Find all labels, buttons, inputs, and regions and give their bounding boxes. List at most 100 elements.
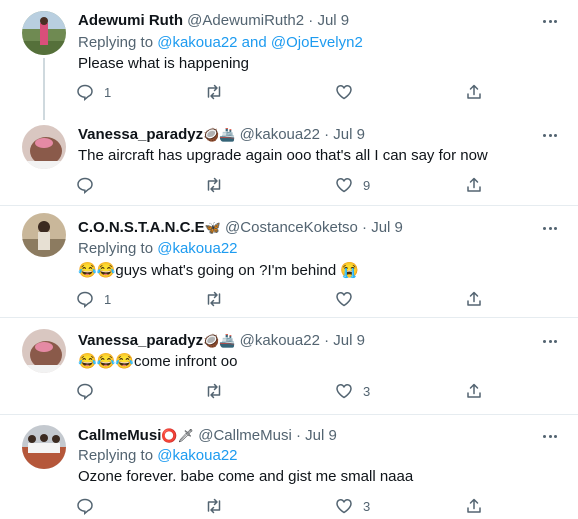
reply-button[interactable] [76,496,104,516]
tweet-text: The aircraft has upgrade again ooo that'… [78,147,488,164]
share-button[interactable] [465,381,483,401]
tweet-text: 😂😂😂come infront oo [78,353,238,370]
retweet-button[interactable] [204,175,234,195]
reply-button[interactable] [76,175,104,195]
retweet-button[interactable] [204,289,234,309]
tweet[interactable]: Vanessa_paradyz🥥🚢 @kakoua22 · Jul 9 The … [0,110,578,204]
tweet-text: 😂😂guys what's going on ?I'm behind 😭 [78,262,360,279]
heart-icon [336,384,352,399]
action-bar: 3 [76,496,496,516]
tweet-header: Vanessa_paradyz🥥🚢 @kakoua22 · Jul 9 [78,332,365,350]
like-count: 3 [363,498,371,514]
display-name[interactable]: Vanessa_paradyz [78,332,203,349]
like-count: 3 [363,383,371,399]
reply-button[interactable]: 1 [76,289,111,309]
reply-count: 1 [104,84,112,100]
like-button[interactable]: 3 [335,496,370,516]
display-name[interactable]: C.O.N.S.T.A.N.C.E [78,219,205,236]
share-button[interactable] [465,82,483,102]
tweet-header: CallmeMusi⭕🗡 @CallmeMusi · Jul 9 [78,427,337,445]
name-emoji: 🥥🚢 [203,333,236,348]
retweet-arrows-icon [207,177,221,193]
avatar[interactable] [22,425,66,469]
retweet-arrows-icon [207,498,221,514]
action-bar: 1 [76,289,496,309]
heart-icon [336,499,352,514]
tweet-date[interactable]: Jul 9 [305,427,337,444]
reply-count: 1 [104,291,112,307]
like-button[interactable] [335,82,363,102]
tweet-date[interactable]: Jul 9 [317,12,349,29]
retweet-button[interactable] [204,381,234,401]
retweet-button[interactable] [204,82,234,102]
speech-bubble-icon [77,291,93,308]
tweet-text: Please what is happening [78,55,249,72]
user-handle[interactable]: @AdewumiRuth2 [187,12,304,29]
retweet-arrows-icon [207,383,221,399]
user-handle[interactable]: @kakoua22 [240,126,320,143]
action-bar: 3 [76,381,496,401]
action-bar: 1 [76,82,496,102]
tweet-date[interactable]: Jul 9 [333,126,365,143]
name-emoji: 🥥🚢 [203,127,236,142]
share-button[interactable] [465,289,483,309]
user-handle[interactable]: @kakoua22 [240,332,320,349]
more-dots-icon[interactable] [540,14,560,28]
avatar[interactable] [22,125,66,169]
heart-icon [336,85,352,100]
share-button[interactable] [465,496,483,516]
speech-bubble-icon [77,383,93,400]
user-handle[interactable]: @CostanceKoketso [225,219,358,236]
replying-to-link[interactable]: @kakoua22 and @OjoEvelyn2 [157,34,363,51]
share-button[interactable] [465,175,483,195]
separator-dot: · [295,427,301,444]
like-count: 9 [363,177,371,193]
replying-to-line: Replying to @kakoua22 [78,447,238,465]
name-emoji: 🦋 [204,220,221,235]
replying-prefix: Replying to [78,447,154,464]
share-upload-icon [467,498,481,513]
tweet-header: C.O.N.S.T.A.N.C.E🦋 @CostanceKoketso · Ju… [78,219,403,237]
retweet-arrows-icon [207,84,221,100]
tweet[interactable]: CallmeMusi⭕🗡 @CallmeMusi · Jul 9 Replyin… [0,415,578,519]
more-dots-icon[interactable] [540,334,560,348]
replying-prefix: Replying to [78,240,154,257]
heart-icon [336,178,352,193]
replying-to-link[interactable]: @kakoua22 [157,240,237,257]
retweet-button[interactable] [204,496,234,516]
speech-bubble-icon [77,84,93,101]
tweet-text: Ozone forever. babe come and gist me sma… [78,468,414,485]
speech-bubble-icon [77,498,93,515]
avatar[interactable] [22,11,66,55]
avatar[interactable] [22,213,66,257]
display-name[interactable]: Vanessa_paradyz [78,126,203,143]
like-button[interactable]: 3 [335,381,370,401]
share-upload-icon [467,84,481,99]
like-button[interactable]: 9 [335,175,370,195]
user-handle[interactable]: @CallmeMusi [198,427,292,444]
display-name[interactable]: CallmeMusi [78,427,161,444]
reply-button[interactable]: 1 [76,82,111,102]
more-dots-icon[interactable] [540,221,560,235]
separator-dot: · [324,126,330,143]
display-name[interactable]: Adewumi Ruth [78,12,183,29]
tweet-header: Adewumi Ruth @AdewumiRuth2 · Jul 9 [78,12,349,30]
tweet[interactable]: Vanessa_paradyz🥥🚢 @kakoua22 · Jul 9 😂😂😂c… [0,318,578,408]
tweet-date[interactable]: Jul 9 [333,332,365,349]
like-button[interactable] [335,289,363,309]
replying-to-line: Replying to @kakoua22 and @OjoEvelyn2 [78,34,363,52]
more-dots-icon[interactable] [540,429,560,443]
reply-button[interactable] [76,381,104,401]
avatar[interactable] [22,329,66,373]
tweet[interactable]: C.O.N.S.T.A.N.C.E🦋 @CostanceKoketso · Ju… [0,206,578,311]
tweet-date[interactable]: Jul 9 [371,219,403,236]
replying-to-link[interactable]: @kakoua22 [157,447,237,464]
retweet-arrows-icon [207,291,221,307]
separator-dot: · [362,219,368,236]
tweet-header: Vanessa_paradyz🥥🚢 @kakoua22 · Jul 9 [78,126,365,144]
name-emoji: ⭕🗡 [161,428,195,443]
replying-prefix: Replying to [78,34,154,51]
more-dots-icon[interactable] [540,128,560,142]
share-upload-icon [467,177,481,192]
tweet[interactable]: Adewumi Ruth @AdewumiRuth2 · Jul 9 Reply… [0,0,578,108]
